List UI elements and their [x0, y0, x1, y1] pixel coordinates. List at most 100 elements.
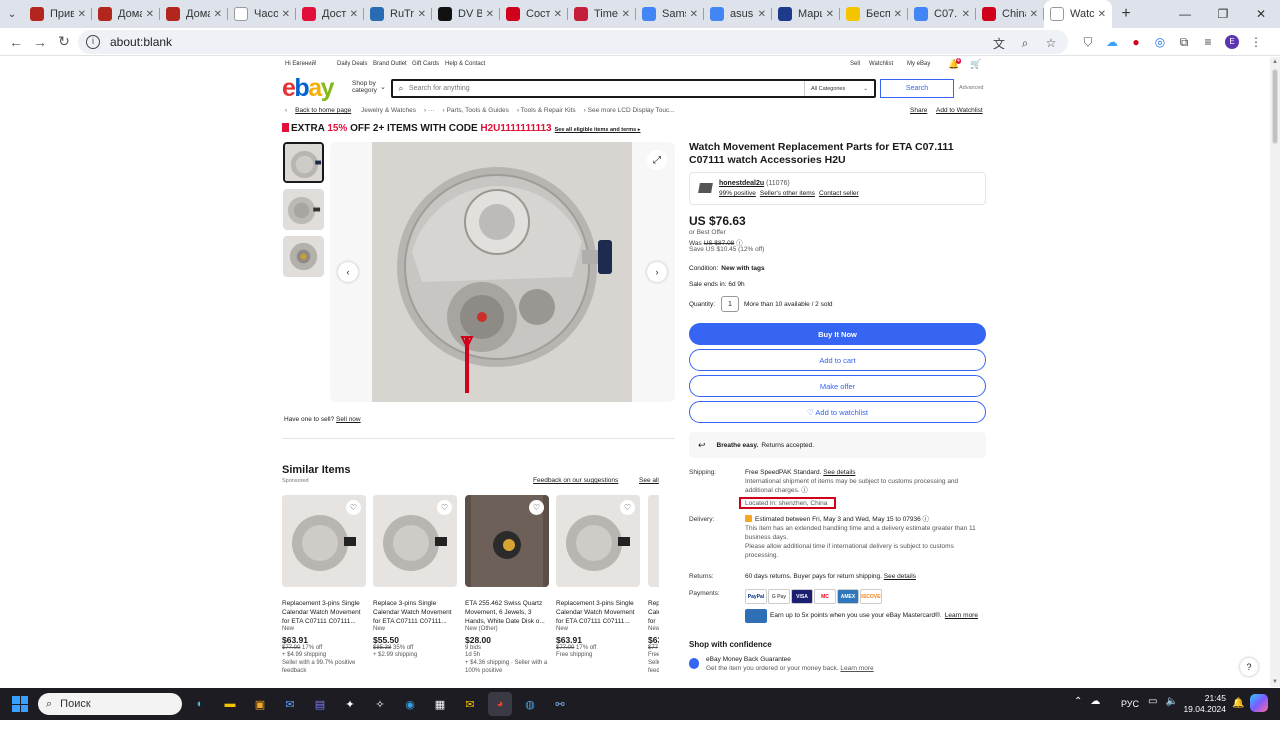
opera-extension-icon[interactable]: ●: [1124, 32, 1148, 52]
similar-item-title[interactable]: Replacement 3-pins Single Calendar Watch…: [556, 599, 640, 626]
browser-tab[interactable]: DV BE ✕: [432, 0, 500, 28]
language-indicator[interactable]: РУС: [1121, 699, 1139, 709]
scroll-thumb[interactable]: [1272, 69, 1278, 144]
new-tab-button[interactable]: +: [1112, 5, 1140, 23]
next-image-button[interactable]: ›: [647, 262, 667, 282]
help-contact-link[interactable]: Help & Contact: [445, 61, 485, 67]
tab-close-icon[interactable]: ✕: [350, 9, 358, 20]
thunderbird-icon[interactable]: ◍: [518, 692, 542, 716]
network-icon[interactable]: ▭: [1148, 696, 1157, 707]
sell-link[interactable]: Sell: [850, 61, 860, 67]
profile-avatar-icon[interactable]: E: [1220, 32, 1244, 52]
promo-terms-link[interactable]: See all eligible items and terms ▸: [555, 127, 641, 133]
see-all-link[interactable]: See all: [639, 477, 659, 484]
similar-item-card[interactable]: ♡ ETA 255.462 Swiss Quartz Movement, 6 Je…: [465, 495, 549, 675]
copilot-icon[interactable]: [1250, 694, 1268, 712]
browser-tab[interactable]: C07.11 ✕: [908, 0, 976, 28]
daily-deals-link[interactable]: Daily Deals: [337, 61, 367, 67]
advanced-search-link[interactable]: Advanced: [959, 85, 983, 91]
cloud-extension-icon[interactable]: ☁: [1100, 32, 1124, 52]
tray-app-icon[interactable]: ☁: [1090, 696, 1100, 707]
cart-icon[interactable]: 🛒: [970, 59, 981, 70]
tab-close-icon[interactable]: ✕: [282, 9, 290, 20]
tool-icon[interactable]: ✧: [368, 692, 392, 716]
main-product-image[interactable]: ‹ › ⤢: [330, 142, 675, 402]
similar-item-title[interactable]: Rep Cale for E: [648, 599, 659, 626]
info-icon[interactable]: ⓘ: [923, 516, 930, 523]
heart-icon[interactable]: ♡: [620, 500, 635, 515]
add-to-watchlist-button[interactable]: ♡ Add to watchlist: [689, 401, 986, 423]
browser-tab[interactable]: Samsu ✕: [636, 0, 704, 28]
scroll-down-icon[interactable]: ▼: [1270, 679, 1280, 685]
media-icon[interactable]: ≡: [1196, 32, 1220, 52]
globe-icon[interactable]: ◉: [398, 692, 422, 716]
seller-positive-link[interactable]: 99% positive: [719, 190, 756, 197]
category-select[interactable]: All Categories ⌄: [804, 81, 874, 96]
similar-item-card[interactable]: ♡ Replace 3-pins Single Calendar Watch Mo…: [373, 495, 457, 659]
buy-it-now-button[interactable]: Buy It Now: [689, 323, 986, 345]
browser-tab[interactable]: Time. ✕: [568, 0, 636, 28]
address-bar[interactable]: i about:blank 文 ⌕ ☆: [78, 30, 1068, 54]
browser-tab[interactable]: Watch ✕: [1044, 0, 1112, 28]
tab-close-icon[interactable]: ✕: [486, 9, 494, 20]
watchlist-link[interactable]: Watchlist: [869, 61, 893, 67]
similar-item-image[interactable]: ♡: [648, 495, 659, 587]
browser-tab[interactable]: Дома ✕: [160, 0, 228, 28]
gift-cards-link[interactable]: Gift Cards: [412, 61, 439, 67]
scroll-up-icon[interactable]: ▲: [1270, 59, 1280, 65]
make-offer-button[interactable]: Make offer: [689, 375, 986, 397]
share-link[interactable]: Share: [910, 107, 927, 114]
ebay-logo[interactable]: ebay: [282, 74, 335, 103]
browser-menu-icon[interactable]: ⋮: [1244, 32, 1268, 52]
info-icon[interactable]: ⓘ: [801, 487, 808, 494]
search-input[interactable]: Search for anything: [409, 85, 804, 92]
thumbnail-2[interactable]: [283, 189, 324, 230]
bookmark-star-icon[interactable]: ☆: [1042, 34, 1060, 52]
windows-start-icon[interactable]: [12, 696, 28, 712]
page-scrollbar[interactable]: ▲ ▼: [1270, 57, 1280, 687]
seller-name-link[interactable]: honestdeal2u: [719, 180, 764, 187]
similar-item-title[interactable]: ETA 255.462 Swiss Quartz Movement, 6 Jew…: [465, 599, 549, 626]
taskbar-search[interactable]: ⌕ Поиск: [38, 693, 182, 715]
sync-extension-icon[interactable]: ◎: [1148, 32, 1172, 52]
save-app-icon[interactable]: ▤: [308, 692, 332, 716]
returns-details-link[interactable]: See details: [884, 573, 916, 580]
tab-close-icon[interactable]: ✕: [826, 9, 834, 20]
tab-close-icon[interactable]: ✕: [894, 9, 902, 20]
zoom-icon[interactable]: ⌕: [1016, 34, 1034, 52]
browser-tab[interactable]: Бесп ✕: [840, 0, 908, 28]
shipping-details-link[interactable]: See details: [823, 469, 855, 476]
search-button[interactable]: Search: [880, 79, 954, 98]
shield-extension-icon[interactable]: ⛉: [1076, 32, 1100, 52]
seller-other-items-link[interactable]: Seller's other items: [760, 190, 815, 197]
tab-close-icon[interactable]: ✕: [1030, 9, 1038, 20]
add-to-cart-button[interactable]: Add to cart: [689, 349, 986, 371]
tab-search-icon[interactable]: ⌄: [0, 0, 24, 28]
browser-tab[interactable]: China ✕: [976, 0, 1044, 28]
translate-icon[interactable]: 文: [990, 34, 1008, 52]
tab-close-icon[interactable]: ✕: [554, 9, 562, 20]
thumbnail-1[interactable]: [283, 142, 324, 183]
similar-item-image[interactable]: ♡: [465, 495, 549, 587]
browser-tab[interactable]: Дома ✕: [92, 0, 160, 28]
notification-bell-icon[interactable]: 🔔: [1232, 698, 1244, 709]
mbg-learn-more-link[interactable]: Learn more: [840, 665, 873, 672]
similar-item-image[interactable]: ♡: [282, 495, 366, 587]
tab-close-icon[interactable]: ✕: [622, 9, 630, 20]
expand-icon[interactable]: ⤢: [647, 150, 667, 170]
back-to-home-link[interactable]: Back to home page: [295, 107, 351, 114]
puzzle-extensions-icon[interactable]: ⧉: [1172, 32, 1196, 52]
calculator-icon[interactable]: ▦: [428, 692, 452, 716]
browser-tab[interactable]: Состо ✕: [500, 0, 568, 28]
tab-close-icon[interactable]: ✕: [418, 9, 426, 20]
restore-icon[interactable]: ❐: [1204, 0, 1242, 28]
minimize-icon[interactable]: —: [1166, 0, 1204, 28]
prev-image-button[interactable]: ‹: [338, 262, 358, 282]
tray-chevron-icon[interactable]: ⌃: [1074, 696, 1082, 707]
tab-close-icon[interactable]: ✕: [962, 9, 970, 20]
heart-icon[interactable]: ♡: [437, 500, 452, 515]
tab-close-icon[interactable]: ✕: [1098, 9, 1106, 20]
close-window-icon[interactable]: ✕: [1242, 0, 1280, 28]
feedback-link[interactable]: Feedback on our suggestions: [533, 477, 618, 484]
shop-by-category[interactable]: Shop by category ⌄: [352, 80, 388, 94]
